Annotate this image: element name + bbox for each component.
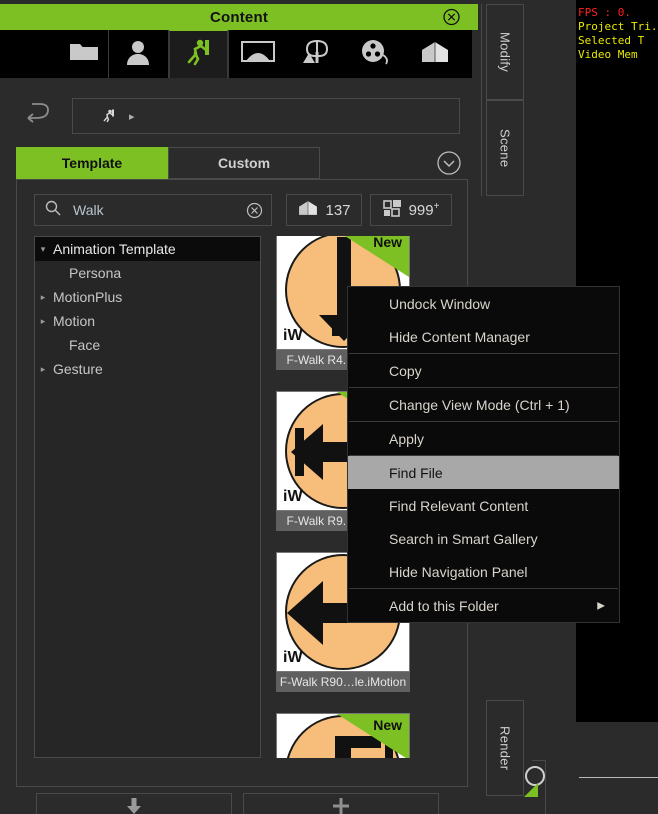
tree-item-gesture[interactable]: ▸ Gesture bbox=[35, 357, 260, 381]
tree-icon bbox=[300, 39, 334, 70]
menu-item-apply[interactable]: Apply bbox=[348, 422, 619, 455]
menu-item-find-file[interactable]: Find File bbox=[348, 456, 619, 489]
person-icon bbox=[126, 39, 150, 70]
menu-item-change-view-mode[interactable]: Change View Mode (Ctrl + 1) bbox=[348, 388, 619, 421]
toolbar-item-folder[interactable] bbox=[0, 30, 108, 78]
selected-tris-stat: Selected T bbox=[578, 34, 645, 47]
plus-icon bbox=[332, 797, 350, 814]
breadcrumb-arrow: ▸ bbox=[129, 110, 135, 123]
search-icon bbox=[45, 200, 61, 221]
item-count-value: 999+ bbox=[408, 201, 440, 219]
download-button[interactable] bbox=[36, 793, 232, 814]
dock-divider bbox=[481, 4, 482, 196]
dock-tab-label: Render bbox=[497, 725, 513, 771]
app-root: Content ▸ Template Custom Walk 137 999+ … bbox=[0, 0, 658, 814]
viewport-stats-overlay: FPS : 0. Project Tri. Selected T Video M… bbox=[578, 6, 657, 62]
chevron-right-icon: ▶ bbox=[597, 600, 605, 611]
tree-item-face[interactable]: Face bbox=[35, 333, 260, 357]
toolbar-item-scene[interactable] bbox=[229, 30, 288, 78]
list-item[interactable]: New bbox=[276, 713, 410, 758]
dock-tab-label: Modify bbox=[497, 31, 513, 73]
tab-custom[interactable]: Custom bbox=[168, 147, 320, 179]
running-man-icon bbox=[184, 37, 214, 72]
tree-item-motion[interactable]: ▸ Motion bbox=[35, 309, 260, 333]
tree-item-persona[interactable]: Persona bbox=[35, 261, 260, 285]
tree-item-label: Face bbox=[69, 337, 101, 353]
dock-tab-render[interactable]: Render bbox=[486, 700, 524, 796]
folder-icon bbox=[69, 40, 99, 69]
tree-item-motionplus[interactable]: ▸ MotionPlus bbox=[35, 285, 260, 309]
library-tabs: Template Custom bbox=[16, 147, 468, 179]
context-menu: Undock Window Hide Content Manager Copy … bbox=[347, 286, 620, 623]
item-count-badge[interactable]: 999+ bbox=[370, 194, 452, 226]
expander-icon[interactable]: ▸ bbox=[35, 316, 51, 327]
toolbar-item-media[interactable] bbox=[347, 30, 406, 78]
search-input[interactable]: Walk bbox=[34, 194, 272, 226]
page-title: Content bbox=[209, 8, 269, 26]
menu-item-label: Add to this Folder bbox=[389, 597, 499, 614]
tree-item-animation-template[interactable]: ▾ Animation Template bbox=[35, 237, 260, 261]
grid-icon bbox=[382, 199, 403, 221]
tree-item-label: MotionPlus bbox=[53, 289, 123, 305]
tree-item-label: Motion bbox=[53, 313, 96, 329]
content-type-toolbar bbox=[0, 30, 472, 78]
search-value: Walk bbox=[73, 202, 104, 218]
dock-tab-scene[interactable]: Scene bbox=[486, 100, 524, 196]
green-triangle-marker bbox=[524, 783, 538, 797]
chevron-down-circle-icon[interactable] bbox=[437, 151, 461, 175]
menu-item-undock-window[interactable]: Undock Window bbox=[348, 287, 619, 320]
watermark-icon: iW bbox=[283, 327, 303, 344]
menu-item-hide-navigation-panel[interactable]: Hide Navigation Panel bbox=[348, 555, 619, 588]
toolbar-item-pack[interactable] bbox=[406, 30, 465, 78]
stage-icon bbox=[241, 40, 275, 68]
tab-template[interactable]: Template bbox=[16, 147, 168, 179]
thumbnail-label: F-Walk R90…le.iMotion bbox=[276, 672, 410, 692]
close-icon[interactable] bbox=[443, 8, 460, 26]
add-button[interactable] bbox=[243, 793, 439, 814]
expander-icon[interactable]: ▸ bbox=[35, 292, 51, 303]
menu-item-copy[interactable]: Copy bbox=[348, 354, 619, 387]
watermark-icon: iW bbox=[283, 488, 303, 505]
open-box-icon bbox=[297, 199, 319, 221]
navigation-tree: ▾ Animation Template Persona ▸ MotionPlu… bbox=[34, 236, 261, 758]
toolbar-item-prop[interactable] bbox=[288, 30, 347, 78]
fps-stat: FPS : 0. bbox=[578, 6, 631, 19]
film-reel-icon bbox=[359, 39, 393, 70]
running-man-small-icon bbox=[101, 108, 117, 124]
dock-tab-label: Scene bbox=[497, 128, 513, 168]
expander-icon[interactable]: ▸ bbox=[35, 364, 51, 375]
tree-item-label: Gesture bbox=[53, 361, 103, 377]
tree-item-label: Persona bbox=[69, 265, 122, 281]
back-arrow-icon[interactable] bbox=[24, 100, 54, 126]
pack-count-value: 137 bbox=[325, 201, 351, 219]
dock-tab-modify[interactable]: Modify bbox=[486, 4, 524, 100]
watermark-icon: iW bbox=[283, 649, 303, 666]
menu-item-hide-content-manager[interactable]: Hide Content Manager bbox=[348, 320, 619, 353]
tree-item-label: Animation Template bbox=[53, 241, 176, 257]
content-title-bar: Content bbox=[0, 4, 478, 30]
open-box-icon bbox=[419, 39, 451, 70]
menu-item-find-relevant-content[interactable]: Find Relevant Content bbox=[348, 489, 619, 522]
timeline-track[interactable] bbox=[579, 777, 658, 778]
video-memory-stat: Video Mem bbox=[578, 48, 638, 61]
project-tris-stat: Project Tri. bbox=[578, 20, 658, 33]
toolbar-item-character[interactable] bbox=[109, 30, 168, 78]
search-row: Walk 137 999+ bbox=[34, 194, 452, 226]
toolbar-item-animation[interactable] bbox=[169, 30, 228, 78]
breadcrumb[interactable]: ▸ bbox=[72, 98, 460, 134]
download-arrow-icon bbox=[126, 797, 142, 814]
clear-circle-icon[interactable] bbox=[246, 202, 263, 224]
pack-count-badge[interactable]: 137 bbox=[286, 194, 362, 226]
thumbnail-image[interactable]: New bbox=[276, 713, 410, 758]
menu-item-add-to-this-folder[interactable]: Add to this Folder ▶ bbox=[348, 589, 619, 622]
menu-item-search-in-smart-gallery[interactable]: Search in Smart Gallery bbox=[348, 522, 619, 555]
expander-icon[interactable]: ▾ bbox=[35, 244, 51, 255]
